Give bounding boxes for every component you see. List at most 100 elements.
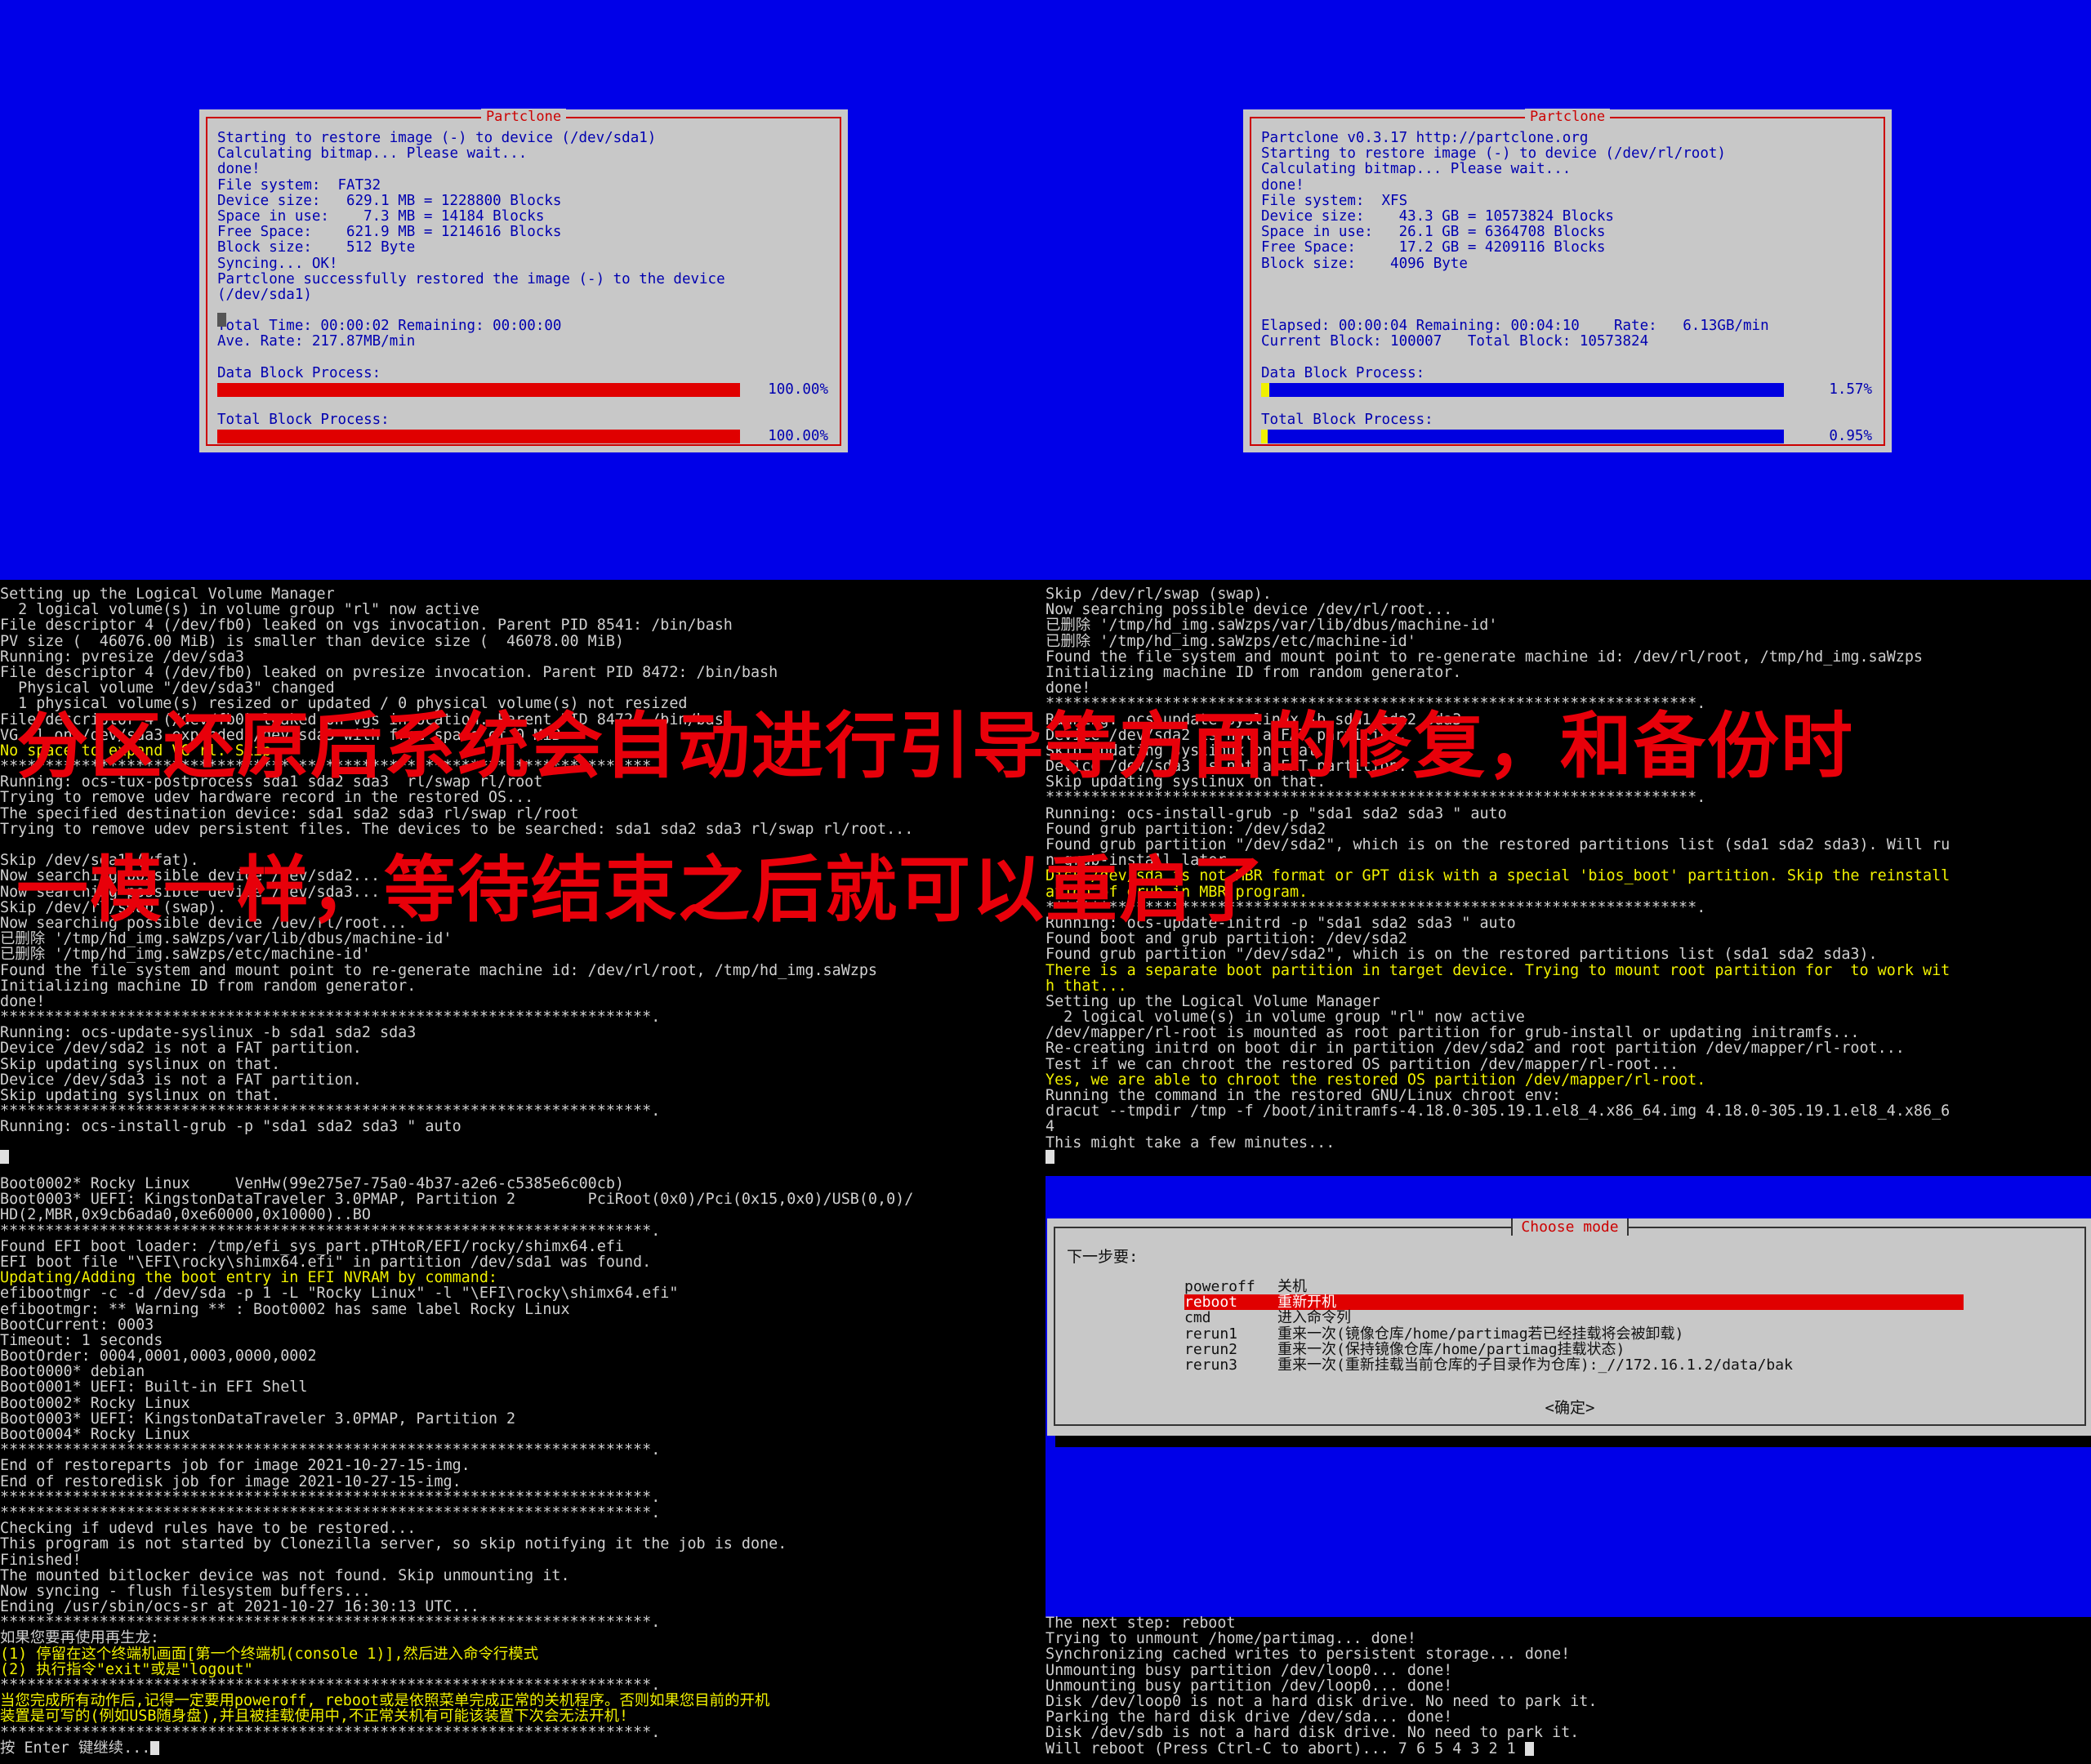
partclone-log-line: Device size: 629.1 MB = 1228800 Blocks	[217, 192, 562, 209]
log-line: 4	[1046, 1118, 1055, 1136]
log-line: This might take a few minutes...	[1046, 1134, 1335, 1150]
log-line: Physical volume "/dev/sda3" changed	[0, 679, 335, 697]
log-line: Boot0003* UEFI: KingstonDataTraveler 3.0…	[0, 1191, 914, 1209]
log-line: Trying to remove udev hardware record in…	[0, 789, 534, 807]
menu-item-poweroff[interactable]: poweroff 关机	[1184, 1279, 1964, 1294]
log-line: Found the file system and mount point to…	[1046, 648, 1923, 666]
log-line: ****************************************…	[0, 1102, 661, 1120]
menu-item-description: 关机	[1277, 1278, 1307, 1295]
menu-item-key: cmd	[1184, 1309, 1211, 1327]
terminal-cursor	[1524, 1742, 1534, 1756]
partclone-log-line	[217, 350, 833, 366]
log-line: File descriptor 4 (/dev/fb0) leaked on v…	[0, 617, 733, 635]
partclone-log-line: done!	[1261, 176, 1304, 194]
log-line: Skip updating syslinux on that.	[0, 1055, 281, 1073]
log-line: Skip /dev/rl/swap (swap).	[1046, 586, 1272, 603]
log-line: 装置是可写的(例如USB随身盘),并且被挂载使用中,不正常关机有可能该装置下次会…	[0, 1708, 629, 1726]
log-line: Trying to remove udev persistent files. …	[0, 820, 914, 838]
log-line: Now syncing - flush filesystem buffers..…	[0, 1582, 371, 1600]
log-line: 如果您要再使用再生龙:	[0, 1629, 159, 1647]
log-line: Boot0004* Rocky Linux	[0, 1426, 190, 1443]
terminal-cursor	[0, 1149, 9, 1164]
log-line: Will reboot (Press Ctrl-C to abort)... 7…	[1046, 1740, 2091, 1757]
menu-item-rerun1[interactable]: rerun1 重来一次(镜像仓库/home/partimag若已经挂载将会被卸载)	[1184, 1325, 1964, 1343]
partclone-log-line: Partclone successfully restored the imag…	[217, 270, 725, 287]
log-line: EFI boot file "\EFI\rocky\shimx64.efi" i…	[0, 1253, 652, 1271]
menu-item-key: rerun2	[1184, 1340, 1238, 1358]
menu-item-key: poweroff	[1184, 1278, 1255, 1295]
partclone-log-line: Data Block Process:	[217, 364, 381, 381]
log-line: Trying to unmount /home/partimag... done…	[1046, 1630, 1416, 1648]
partclone-log-line: done!	[217, 161, 261, 178]
log-line: PV size ( 46076.00 MiB) is smaller than …	[0, 632, 624, 650]
menu-item-reboot[interactable]: reboot 重新开机	[1184, 1294, 1964, 1310]
data-block-progress-bar	[217, 383, 740, 397]
partclone-window-left: Partclone Starting to restore image (-) …	[199, 109, 848, 452]
menu-item-rerun3[interactable]: rerun3 重来一次(重新挂载当前仓库的子目录作为仓库):_//172.16.1…	[1184, 1357, 1964, 1373]
log-line: Initializing machine ID from random gene…	[0, 977, 417, 995]
log-line: Updating/Adding the boot entry in EFI NV…	[0, 1269, 497, 1287]
partclone-frame: Partclone Starting to restore image (-) …	[206, 109, 841, 446]
data-block-progress-bar	[1261, 383, 1784, 397]
log-line: 当您完成所有动作后,记得一定要用poweroff, reboot或是依照菜单完成…	[0, 1692, 770, 1710]
log-line: ****************************************…	[0, 1677, 661, 1694]
partclone-log-line: Space in use: 7.3 MB = 14184 Blocks	[217, 207, 545, 225]
log-line: Ending /usr/sbin/ocs-sr at 2021-10-27 16…	[0, 1598, 479, 1616]
mode-menu[interactable]: poweroff 关机 reboot 重新开机 cmd 进入命令列 rerun1 重来一次(镜…	[1184, 1279, 1964, 1373]
log-line: Found grub partition "/dev/sda2", which …	[1046, 946, 1878, 964]
log-line: Parking the hard disk drive /dev/sda... …	[1046, 1708, 1453, 1726]
log-line: /dev/mapper/rl-root is mounted as root p…	[1046, 1024, 1860, 1042]
total-block-progress-percent: 100.00%	[768, 428, 828, 444]
partclone-title: Partclone	[480, 109, 567, 125]
menu-item-key: reboot	[1184, 1294, 1238, 1312]
partclone-log-line	[217, 397, 833, 412]
log-line: Setting up the Logical Volume Manager	[0, 586, 335, 603]
partclone-log-line: Space in use: 26.1 GB = 6364708 Blocks	[1261, 224, 1606, 241]
partclone-log-line: Block size: 512 Byte	[217, 239, 416, 256]
log-line: done!	[1046, 679, 1091, 697]
log-line: Boot0001* UEFI: Built-in EFI Shell	[0, 1379, 308, 1396]
log-line: 已删除 '/tmp/hd_img.saWzps/etc/machine-id'	[0, 946, 371, 964]
total-block-progress-fill	[217, 430, 740, 443]
menu-item-rerun2[interactable]: rerun2 重来一次(保持镜像仓库/home/partimag挂载状态)	[1184, 1342, 1964, 1357]
partclone-log-line: Total Time: 00:00:02 Remaining: 00:00:00	[217, 318, 562, 335]
log-line: 2 logical volume(s) in volume group "rl"…	[1046, 1009, 1525, 1027]
log-line: End of restoredisk job for image 2021-10…	[0, 1472, 461, 1490]
partclone-log-line: Total Block Process:	[1261, 412, 1433, 429]
menu-item-cmd[interactable]: cmd 进入命令列	[1184, 1310, 1964, 1325]
data-block-progress-fill	[217, 383, 740, 397]
partclone-log-line: Starting to restore image (-) to device …	[217, 130, 657, 146]
log-line: Running: ocs-install-grub -p "sda1 sda2 …	[0, 1118, 461, 1136]
dialog-shadow	[1055, 1436, 2091, 1447]
log-line: File descriptor 4 (/dev/fb0) leaked on p…	[0, 663, 778, 681]
partclone-log-line: File system: XFS	[1261, 192, 1408, 209]
log-line: There is a separate boot partition in ta…	[1046, 961, 1951, 979]
menu-item-description: 重来一次(镜像仓库/home/partimag若已经挂载将会被卸载)	[1277, 1325, 1684, 1343]
partclone-log-line: Calculating bitmap... Please wait...	[1261, 161, 1572, 178]
log-line: ****************************************…	[0, 1488, 661, 1506]
log-line: ****************************************…	[0, 1441, 661, 1459]
log-line: Skip updating syslinux on that.	[0, 1087, 281, 1104]
ok-button[interactable]: <确定>	[1055, 1396, 2084, 1418]
cursor-block	[217, 313, 226, 327]
menu-item-key: rerun1	[1184, 1325, 1238, 1343]
partclone-log-line: Block size: 4096 Byte	[1261, 255, 1468, 272]
partclone-window-right: Partclone Partclone v0.3.17 http://partc…	[1243, 109, 1892, 452]
partclone-log-line	[1261, 397, 1877, 412]
log-line: Found the file system and mount point to…	[0, 961, 877, 979]
partclone-title: Partclone	[1524, 109, 1611, 125]
log-line: Disk /dev/loop0 is not a hard disk drive…	[1046, 1692, 1598, 1710]
log-line: Boot0002* Rocky Linux	[0, 1394, 190, 1412]
partclone-log-line: (/dev/sda1)	[217, 286, 312, 303]
log-line: Running: pvresize /dev/sda3	[0, 648, 244, 666]
log-line: ****************************************…	[0, 1222, 661, 1240]
log-line: Disk /dev/sdb is not a hard disk drive. …	[1046, 1724, 1580, 1742]
log-line: dracut --tmpdir /tmp -f /boot/initramfs-…	[1046, 1102, 1951, 1120]
log-line: ****************************************…	[1046, 789, 1706, 807]
log-line: ****************************************…	[0, 1614, 661, 1632]
partclone-log-line	[1261, 303, 1877, 318]
log-line: Setting up the Logical Volume Manager	[1046, 992, 1380, 1010]
log-line: The mounted bitlocker device was not fou…	[0, 1566, 570, 1584]
log-line: Device /dev/sda3 is not a FAT partition.	[0, 1071, 362, 1089]
log-line: Finished!	[0, 1551, 82, 1569]
